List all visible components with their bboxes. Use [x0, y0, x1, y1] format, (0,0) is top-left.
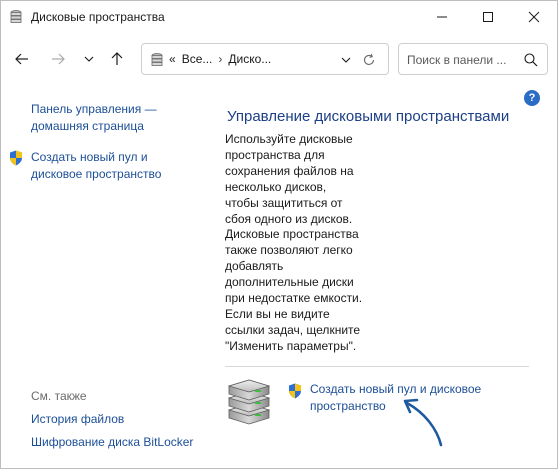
recent-locations-button[interactable]: [77, 47, 101, 71]
divider: [225, 366, 529, 367]
file-history-link[interactable]: История файлов: [31, 412, 124, 426]
search-icon[interactable]: [523, 52, 539, 68]
window-title: Дисковые пространства: [31, 10, 165, 24]
page-title: Управление дисковыми пространствами: [227, 108, 510, 125]
storage-spaces-icon: [151, 53, 163, 66]
close-button[interactable]: [511, 1, 557, 33]
minimize-button[interactable]: [419, 1, 465, 33]
breadcrumb-item-all[interactable]: Все...: [182, 52, 213, 66]
close-icon: [528, 11, 540, 23]
address-dropdown-button[interactable]: [338, 52, 354, 68]
see-also-label: См. также: [31, 389, 87, 403]
arrow-up-icon: [111, 52, 123, 65]
navigation-bar: « Все... › Диско...: [1, 39, 557, 79]
up-button[interactable]: [105, 47, 129, 71]
address-bar[interactable]: « Все... › Диско...: [141, 43, 389, 75]
back-button[interactable]: [10, 47, 34, 71]
chevron-down-icon: [84, 56, 94, 62]
storage-disks-icon: [227, 379, 271, 425]
create-pool-link[interactable]: Создать новый пул и дисковое пространств…: [31, 149, 191, 183]
breadcrumb-overflow[interactable]: «: [169, 52, 176, 66]
search-box: [398, 43, 548, 75]
title-bar: Дисковые пространства: [1, 1, 557, 33]
help-button[interactable]: ?: [524, 90, 540, 106]
help-icon: ?: [528, 92, 536, 104]
chevron-down-icon: [341, 57, 351, 63]
maximize-button[interactable]: [465, 1, 511, 33]
uac-shield-icon: [289, 383, 301, 399]
arrow-right-icon: [52, 53, 65, 65]
search-input[interactable]: [407, 51, 517, 69]
breadcrumb-item-storage[interactable]: Диско...: [228, 52, 271, 66]
breadcrumb: « Все... › Диско...: [169, 52, 271, 66]
breadcrumb-separator-icon: ›: [218, 52, 223, 66]
page-description: Используйте дисковые пространства для со…: [225, 132, 363, 353]
control-panel-home-link[interactable]: Панель управления — домашняя страница: [31, 101, 181, 135]
refresh-icon: [363, 53, 375, 65]
maximize-icon: [483, 12, 493, 22]
refresh-button[interactable]: [360, 51, 378, 69]
arrow-left-icon: [15, 53, 28, 65]
storage-spaces-window: Дисковые пространства « Все... › Диско..…: [0, 0, 558, 469]
bitlocker-link[interactable]: Шифрование диска BitLocker: [31, 435, 193, 449]
storage-spaces-icon: [10, 10, 22, 23]
forward-button[interactable]: [46, 47, 70, 71]
annotation-arrow-icon: [403, 398, 443, 447]
uac-shield-icon: [10, 150, 22, 166]
minimize-icon: [437, 16, 447, 18]
